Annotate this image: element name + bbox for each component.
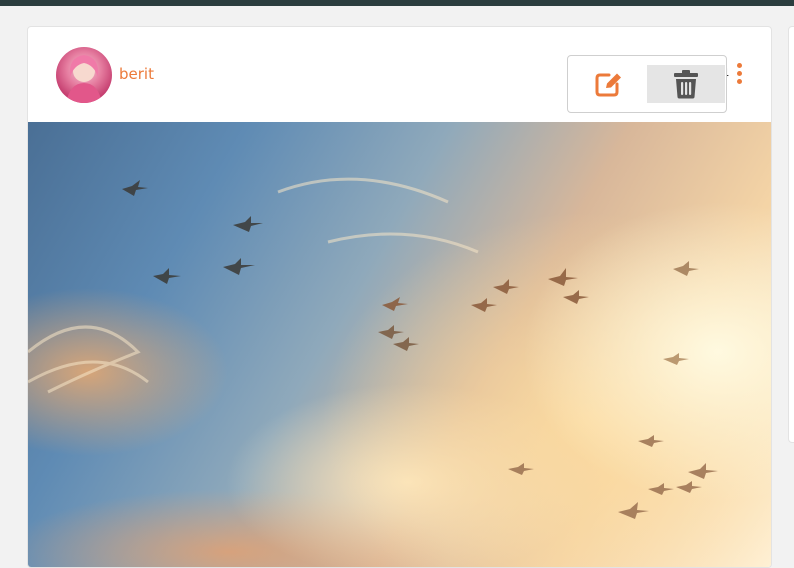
top-navbar	[0, 0, 794, 6]
username-link[interactable]: berit	[119, 65, 154, 83]
avatar-portrait	[66, 55, 102, 103]
more-options-icon[interactable]	[732, 63, 746, 87]
avatar[interactable]	[56, 47, 112, 103]
edit-button[interactable]	[569, 65, 647, 103]
post-action-menu	[567, 55, 727, 113]
edit-icon	[595, 73, 621, 97]
delete-button[interactable]	[647, 65, 725, 103]
side-panel-card	[788, 26, 794, 443]
post-image[interactable]	[28, 122, 771, 567]
trash-icon	[674, 70, 698, 99]
sky-painting	[28, 177, 718, 519]
post-card: berit 4	[27, 26, 772, 568]
